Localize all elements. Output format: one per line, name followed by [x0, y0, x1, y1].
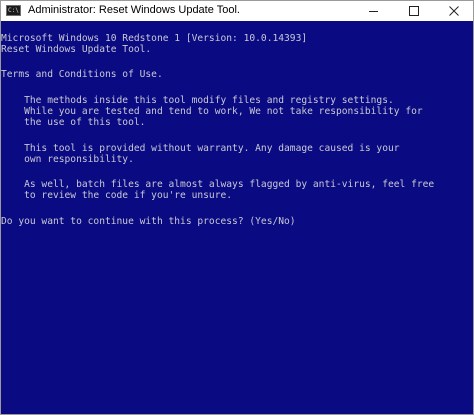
minimize-button[interactable]	[356, 1, 390, 21]
console-window: C:\ Administrator: Reset Windows Update …	[0, 0, 474, 415]
console-prompt: Do you want to continue with this proces…	[1, 216, 296, 227]
console-line-tool-name: Reset Windows Update Tool.	[1, 44, 152, 55]
console-line-terms-2: While you are tested and tend to work, W…	[1, 106, 423, 117]
console-output[interactable]: Microsoft Windows 10 Redstone 1 [Version…	[1, 21, 473, 414]
console-line-terms-heading: Terms and Conditions of Use.	[1, 69, 163, 80]
close-button[interactable]	[437, 1, 471, 21]
console-line-antivirus-1: As well, batch files are almost always f…	[1, 179, 435, 190]
console-line-version: Microsoft Windows 10 Redstone 1 [Version…	[1, 33, 308, 44]
console-line-terms-3: the use of this tool.	[1, 117, 146, 128]
console-app-icon[interactable]: C:\	[6, 5, 21, 16]
console-line-warranty-1: This tool is provided without warranty. …	[1, 143, 400, 154]
title-bar[interactable]: C:\ Administrator: Reset Windows Update …	[1, 1, 473, 21]
console-line-antivirus-2: to review the code if you're unsure.	[1, 190, 233, 201]
console-line-terms-1: The methods inside this tool modify file…	[1, 95, 394, 106]
window-title: Administrator: Reset Windows Update Tool…	[28, 4, 240, 16]
maximize-button[interactable]	[396, 1, 430, 21]
console-line-warranty-2: own responsibility.	[1, 154, 134, 165]
close-icon	[449, 6, 459, 16]
